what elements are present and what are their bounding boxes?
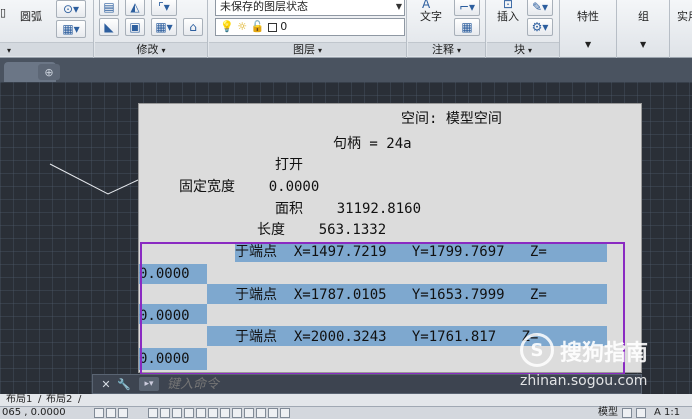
hatch-icon[interactable]: ▦▾ [56, 20, 86, 38]
open-line: 打开 [275, 157, 303, 173]
snap-toggle[interactable] [106, 408, 116, 418]
width-line: 固定宽度 0.0000 [179, 179, 320, 195]
insert-button-label[interactable]: 插入 [497, 8, 519, 24]
properties-panel[interactable]: 特性 ▼ [561, 0, 617, 58]
group-button-label[interactable]: 组 [638, 8, 649, 24]
handle-line: 句柄 = 24a [333, 136, 412, 152]
group-dropdown-icon[interactable]: ▼ [640, 40, 646, 49]
units-toggle[interactable] [280, 408, 290, 418]
scale-icon[interactable]: ◣ [99, 18, 119, 36]
polar-toggle[interactable] [160, 408, 170, 418]
lock-icon[interactable]: 🔓 [251, 20, 265, 33]
grid-toggle[interactable] [118, 408, 128, 418]
transparency-toggle[interactable] [232, 408, 242, 418]
layers-panel-title[interactable]: 图层 ▾ [209, 42, 406, 56]
utilities-panel[interactable]: 实用 [671, 0, 692, 58]
status-bar: 065 , 0.0000 模型 A 1:1 [0, 406, 692, 419]
infer-constraints-toggle[interactable] [94, 408, 104, 418]
table-icon[interactable]: ▦ [454, 18, 480, 36]
layout-tab-separator: / [78, 394, 82, 405]
color-swatch-icon [267, 22, 277, 32]
modify-panel-label: 修改 [136, 43, 159, 56]
gear-icon[interactable]: ⊙▾ [56, 0, 86, 18]
area-line: 面积 31192.8160 [275, 201, 422, 217]
viewport-toggle[interactable] [636, 408, 646, 418]
annotation-panel-title[interactable]: 注释 ▾ [408, 42, 485, 56]
watermark-brand: 搜狗指南 [560, 341, 649, 366]
create-block-icon[interactable]: ✎▾ [527, 0, 553, 16]
coordinate-readout: 065 , 0.0000 [2, 407, 66, 418]
annotation-panel: A 文字 ⌐▾ ▦ 注释 ▾ [408, 0, 486, 58]
layers-panel-label: 图层 [292, 43, 315, 56]
layers-panel: 未保存的图层状态 ▼ 💡 ☼ 🔓 0 图层 ▾ [209, 0, 407, 58]
close-icon[interactable]: ✕ [99, 377, 113, 391]
move-icon[interactable]: ▤ [99, 0, 119, 16]
command-prompt-icon[interactable]: ▸▾ [139, 377, 159, 391]
layout-tab-separator: / [38, 394, 42, 405]
properties-button-label[interactable]: 特性 [577, 8, 599, 24]
layout-tab-row: 布局1 / 布局2 / [0, 394, 692, 406]
command-input[interactable] [167, 376, 467, 392]
layout-tab-1[interactable]: 布局1 [6, 394, 32, 406]
document-tab-bar: × ⊕ [0, 58, 692, 82]
fillet-icon[interactable]: ⌜▾ [151, 0, 177, 16]
block-panel: ⊡ 插入 ✎▾ ⚙▾ 块 ▾ [487, 0, 560, 58]
draw-panel-title[interactable]: ▾ [0, 42, 93, 56]
lightbulb-icon[interactable]: 💡 [220, 20, 234, 33]
layout-view-toggle[interactable] [622, 408, 632, 418]
new-tab-button[interactable]: ⊕ [38, 64, 60, 80]
autocad-window: ▯ 圆弧 ⊙▾ ▦▾ ▾ ▤ ◭ ⌜▾ ◣ ▣ ▦▾ ⌂ 修改 ▾ 未保存的图层状… [0, 0, 692, 419]
current-layer-select[interactable]: 💡 ☼ 🔓 0 [215, 18, 405, 36]
selection-cycling-toggle[interactable] [256, 408, 266, 418]
offset-icon[interactable]: ⌂ [183, 18, 203, 36]
array-dropdown-icon[interactable]: ▦▾ [151, 18, 177, 36]
sogou-logo-icon: S [520, 333, 554, 367]
edit-block-icon[interactable]: ⚙▾ [527, 18, 553, 36]
text-button-label[interactable]: 文字 [420, 8, 442, 24]
ribbon: ▯ 圆弧 ⊙▾ ▦▾ ▾ ▤ ◭ ⌜▾ ◣ ▣ ▦▾ ⌂ 修改 ▾ 未保存的图层状… [0, 0, 692, 58]
watermark-url: zhinan.sogou.com [520, 373, 648, 389]
layout-tab-2[interactable]: 布局2 [46, 394, 72, 406]
model-space-button[interactable]: 模型 [598, 407, 618, 419]
modify-panel: ▤ ◭ ⌜▾ ◣ ▣ ▦▾ ⌂ 修改 ▾ [95, 0, 208, 58]
watermark: S 搜狗指南 zhinan.sogou.com [520, 333, 680, 393]
block-panel-title[interactable]: 块 ▾ [487, 42, 559, 56]
polyline-segment [49, 163, 139, 195]
lineweight-toggle[interactable] [220, 408, 230, 418]
ducs-toggle[interactable] [196, 408, 206, 418]
mirror-icon[interactable]: ◭ [125, 0, 145, 16]
properties-dropdown-icon[interactable]: ▼ [585, 40, 591, 49]
otrack-toggle[interactable] [184, 408, 194, 418]
layer-state-value: 未保存的图层状态 [220, 0, 308, 13]
layer-state-select[interactable]: 未保存的图层状态 ▼ [215, 0, 405, 16]
sun-icon[interactable]: ☼ [237, 20, 247, 33]
group-panel[interactable]: 组 ▼ [618, 0, 670, 58]
annotation-panel-label: 注释 [431, 43, 454, 56]
annotation-monitor-toggle[interactable] [268, 408, 278, 418]
ortho-toggle[interactable] [148, 408, 158, 418]
block-panel-label: 块 [513, 43, 525, 56]
space-line: 空间: 模型空间 [401, 111, 502, 127]
new-tab-icon: ⊕ [44, 65, 54, 79]
dimension-icon[interactable]: ⌐▾ [454, 0, 480, 16]
draw-panel: ▯ 圆弧 ⊙▾ ▦▾ ▾ [0, 0, 94, 58]
length-line: 长度 563.1332 [257, 222, 387, 238]
quick-properties-toggle[interactable] [244, 408, 254, 418]
osnap-toggle[interactable] [172, 408, 182, 418]
annotation-scale[interactable]: A 1:1 [654, 407, 680, 419]
dyn-toggle[interactable] [208, 408, 218, 418]
arc-button-label[interactable]: 圆弧 [20, 8, 42, 24]
rectangle-icon[interactable]: ▯ [0, 6, 6, 19]
wrench-icon[interactable]: 🔧 [117, 377, 131, 391]
array-icon[interactable]: ▣ [125, 18, 145, 36]
modify-panel-title[interactable]: 修改 ▾ [95, 42, 207, 56]
current-layer-name: 0 [280, 20, 288, 33]
utilities-button-label[interactable]: 实用 [677, 8, 692, 24]
